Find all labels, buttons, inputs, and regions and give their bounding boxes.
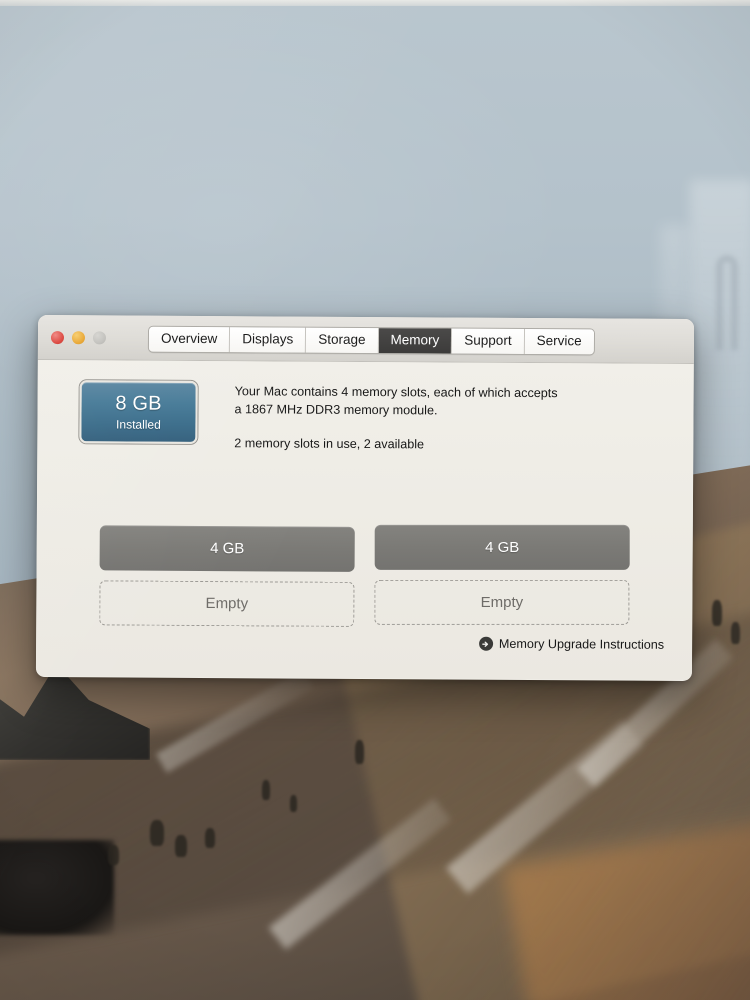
tab-bar: Overview Displays Storage Memory Support… [148, 326, 594, 355]
wallpaper-rock-cluster [0, 840, 114, 935]
wallpaper-tree [150, 820, 164, 846]
memory-slot[interactable]: 4 GB [99, 525, 355, 572]
wallpaper-tree [262, 780, 270, 800]
memory-panel: 8 GB Installed Your Mac contains 4 memor… [35, 359, 694, 681]
arrow-right-circle-icon [478, 636, 493, 651]
memory-slots-summary: 2 memory slots in use, 2 available [234, 435, 425, 452]
tab-displays[interactable]: Displays [230, 327, 307, 353]
tab-storage[interactable]: Storage [306, 327, 379, 354]
memory-description-line-2: a 1867 MHz DDR3 memory module. [234, 402, 438, 418]
wallpaper-tree [355, 740, 364, 764]
memory-upgrade-instructions-label: Memory Upgrade Instructions [498, 636, 665, 652]
window-titlebar[interactable]: Overview Displays Storage Memory Support… [37, 314, 695, 365]
wallpaper-tree [205, 828, 215, 848]
about-this-mac-window[interactable]: Overview Displays Storage Memory Support… [35, 314, 695, 682]
memory-slot[interactable]: 4 GB [374, 524, 630, 570]
memory-description: Your Mac contains 4 memory slots, each o… [234, 381, 557, 455]
memory-summary-row: 8 GB Installed Your Mac contains 4 memor… [37, 360, 694, 456]
wallpaper-tree [290, 795, 297, 812]
screen-glare-arch-reflection [716, 255, 738, 350]
tab-overview[interactable]: Overview [148, 326, 231, 353]
installed-memory-state: Installed [116, 417, 161, 432]
minimize-button-icon[interactable] [71, 330, 86, 344]
tab-memory[interactable]: Memory [378, 328, 453, 354]
memory-description-line-1: Your Mac contains 4 memory slots, each o… [234, 384, 558, 401]
memory-upgrade-instructions-link[interactable]: Memory Upgrade Instructions [478, 636, 665, 652]
zoom-button-icon[interactable] [92, 330, 107, 344]
wallpaper-tree [175, 835, 187, 857]
wallpaper-tree [731, 622, 740, 644]
tab-support[interactable]: Support [452, 328, 525, 355]
installed-memory-badge: 8 GB Installed [79, 380, 198, 444]
tab-service[interactable]: Service [524, 328, 594, 355]
memory-slot[interactable]: Empty [374, 579, 630, 625]
installed-memory-amount: 8 GB [115, 392, 162, 415]
wallpaper-tree [108, 845, 119, 865]
window-controls [50, 330, 107, 344]
memory-slot-grid: 4 GB 4 GB Empty Empty [99, 524, 630, 628]
close-button-icon[interactable] [50, 330, 65, 344]
memory-slot[interactable]: Empty [99, 580, 355, 627]
wallpaper-tree [712, 600, 722, 626]
